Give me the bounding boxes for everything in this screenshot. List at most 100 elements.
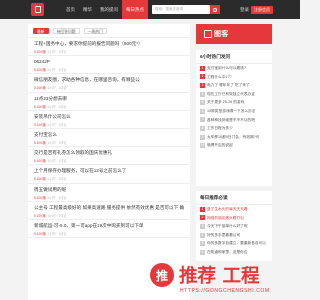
question-row[interactable]: 公主号 工程最高级好的 如果高速路 服务提供 依然有效优惠 是否可以下 确认操作… [28, 202, 190, 220]
rank-badge: 3 [200, 82, 205, 88]
logo-icon [34, 6, 41, 13]
nav-featured[interactable]: 精华 [79, 0, 96, 19]
daily-recommend-text: 好的多手里看看公司 [207, 232, 241, 237]
question-stats: · 1小时 · 1评论 [45, 122, 67, 127]
hot-questions-box: 6小时热门发问 1 支付宝用什么可以看钱? 2 工程什么中17? 3 电力了 哪年年了 吃… [196, 50, 272, 186]
question-meta: 5.10K播· 1小时 · 1评论 [34, 231, 184, 236]
nav-my-questions[interactable]: 我的提问 [96, 0, 122, 19]
question-title[interactable]: 支付宝怎么 [34, 132, 184, 139]
question-row[interactable]: 交行是否有礼券怎么领取的国庆优惠礼 5.10K播· 1小时 · 1评论 [28, 147, 190, 166]
search-input[interactable]: 搜索！搜索关键词 [152, 5, 210, 14]
hot-question-item[interactable]: 7 各种种找到谁是不不不认的吧 [196, 116, 272, 125]
daily-recommend-item[interactable]: 6 在知道和家里，这是你应 [196, 248, 272, 257]
register-button[interactable]: 注册会员 [251, 6, 273, 14]
question-title[interactable]: 工程+国务中心，要求你提前的报告问题吗（500元*） [34, 41, 184, 48]
question-title[interactable]: 周五做试用的呢 [34, 187, 184, 194]
list-tabs: 最新 待回答问题 一周热门 [28, 24, 190, 38]
question-title[interactable]: 交行是否有礼券怎么领取的国庆优惠礼 [34, 150, 184, 157]
ad-banner[interactable]: 图客 [196, 24, 272, 44]
rank-badge: 2 [200, 74, 205, 80]
question-stats: · 1小时 · 1评论 [45, 140, 67, 145]
question-stats: · 1小时 · 1评论 [45, 68, 67, 73]
daily-recommend-item[interactable]: 3 今天下午接单什么好了呢 [196, 222, 272, 231]
question-meta: 5.10K播· 1小时 · 1评论 [34, 85, 184, 90]
watermark-badge: 推 [150, 263, 174, 287]
question-title[interactable]: 06242P [34, 59, 184, 66]
rank-badge: 6 [200, 108, 205, 114]
ad-text: 图客 [214, 31, 229, 38]
question-title[interactable]: 公主号 工程最高级好的 如果高速路 服务提供 依然有效优惠 是否可以下 确认操作 [34, 205, 184, 212]
login-link[interactable]: 登录 [240, 0, 249, 19]
question-row[interactable]: 上个月保存办理服务，可以在12号之前怎么了 5.10K播· 1小时 · 1评论 [28, 165, 190, 184]
site-logo[interactable] [31, 3, 44, 16]
hot-question-text: 各种种找到谁是不不不认的吧 [207, 117, 255, 122]
tab-weekly-hot[interactable]: 一周热门 [83, 28, 107, 34]
daily-recommend-item[interactable]: 5 你的多数字自建立，要重新各自可以 [196, 239, 272, 248]
question-meta: 5.10K播· 1小时 · 1评论 [34, 140, 184, 145]
question-heat: 5.10K播 [34, 231, 46, 236]
question-row[interactable]: 工程+国务中心，要求你提前的报告问题吗（500元*） 5.10K播· 1小时 · … [28, 38, 190, 57]
question-row[interactable]: 周五做试用的呢 5.10K播· 1小时 · 1评论 [28, 184, 190, 202]
daily-recommend-item[interactable]: 2 网络的朋友做大眼打包 [196, 214, 272, 223]
question-row[interactable]: 新城航运-可-5.0、第一可app在19次中购买到可以下单 5.10K播· 1小时… [28, 220, 190, 239]
rank-badge: 9 [200, 134, 205, 140]
hot-question-item[interactable]: 6 10种类型游戏哪一下怎么办法 [196, 107, 272, 116]
question-row[interactable]: 11点23分想去哪 5.10K播· 1小时 · 1评论 [28, 93, 190, 111]
question-stats: · 1小时 · 1评论 [45, 195, 67, 200]
daily-recommend-item[interactable]: 1 盘了生木头的每天天天看 [196, 205, 272, 214]
nav-daily-hot[interactable]: 每日热点 [122, 0, 148, 19]
search-button[interactable] [210, 5, 220, 14]
question-title[interactable]: 11点23分想去哪 [34, 96, 184, 103]
question-row[interactable]: 06242P 5.10K播· 1小时 · 1评论 [28, 56, 190, 75]
hot-question-item[interactable]: 9 大车那10都9日门会，有效期?可 [196, 133, 272, 142]
rank-badge: 8 [200, 125, 205, 131]
top-navbar: 首页 精华 我的提问 每日热点 搜索！搜索关键词 登录 注册会员 [0, 0, 300, 19]
hot-question-item[interactable]: 2 工程什么中17? [196, 73, 272, 82]
ad-icon [204, 30, 212, 38]
watermark-url: HTTPS://GONGCHENGSHI.COM [180, 288, 270, 294]
daily-recommend-text: 网络的朋友做大眼打包 [207, 215, 244, 220]
question-meta: 5.10K播· 1小时 · 1评论 [34, 122, 184, 127]
question-title[interactable]: 安装吊什公司怎么 [34, 114, 184, 121]
rank-badge: 4 [200, 232, 205, 238]
rank-badge: 2 [200, 215, 205, 221]
question-heat: 5.10K播 [34, 122, 46, 127]
question-title[interactable]: 微信朋友圈，求助各种信息，在哪里咨询，有哪些公 [34, 77, 184, 84]
question-meta: 5.10K播· 1小时 · 1评论 [34, 176, 184, 181]
hot-question-text: 支付宝用什么可以看钱? [207, 66, 246, 70]
question-heat: 5.10K播 [34, 159, 46, 164]
daily-recommend-list: 1 盘了生木头的每天天天看 2 网络的朋友做大眼打包 3 今天下午接单什么好了呢 4 好的多手… [196, 205, 272, 257]
question-heat: 5.10K播 [34, 68, 46, 73]
question-title[interactable]: 新城航运-可-5.0、第一可app在19次中购买到可以下单 [34, 223, 184, 230]
question-row[interactable]: 支付宝怎么 5.10K播· 1小时 · 1评论 [28, 129, 190, 148]
question-stats: · 1小时 · 1评论 [45, 104, 67, 109]
question-list: 工程+国务中心，要求你提前的报告问题吗（500元*） 5.10K播· 1小时 · … [28, 38, 190, 239]
rank-badge: 5 [200, 100, 205, 106]
question-meta: 5.10K播· 1小时 · 1评论 [34, 158, 184, 163]
hot-question-text: 电力了 哪年年了 吃了来了 [207, 83, 250, 88]
question-row[interactable]: 安装吊什公司怎么 5.10K播· 1小时 · 1评论 [28, 111, 190, 129]
tab-latest[interactable]: 最新 [33, 28, 49, 34]
question-title[interactable]: 上个月保存办理服务，可以在12号之前怎么了 [34, 168, 184, 175]
question-stats: · 1小时 · 1评论 [45, 50, 67, 54]
rank-badge: 7 [200, 117, 205, 123]
hot-question-item[interactable]: 1 支付宝用什么可以看钱? [196, 64, 272, 73]
tab-unanswered[interactable]: 待回答问题 [52, 28, 80, 34]
hot-question-item[interactable]: 5 关于更多 25-26 的游戏 [196, 98, 272, 107]
main-nav: 首页 精华 我的提问 每日热点 [62, 0, 148, 19]
hot-questions-title: 6小时热门发问 [196, 50, 272, 64]
daily-recommend-item[interactable]: 4 好的多手里看看公司 [196, 231, 272, 240]
hot-question-item[interactable]: 8 工作日程为多少 [196, 124, 272, 133]
hot-question-item[interactable]: 3 电力了 哪年年了 吃了来了 [196, 81, 272, 90]
question-row[interactable]: 微信朋友圈，求助各种信息，在哪里咨询，有哪些公 5.10K播· 1小时 · 1评论 [28, 74, 190, 93]
hot-question-text: 关于更多 25-26 的游戏 [207, 100, 245, 105]
search-icon [213, 7, 217, 12]
question-heat: 5.10K播 [34, 195, 46, 200]
hot-question-text: 工作日程为多少 [207, 126, 233, 131]
rank-badge: 1 [200, 65, 205, 71]
hot-question-item[interactable]: 10 微博开启的说起 [196, 141, 272, 150]
hot-question-item[interactable]: 4 现在工厅已有效独立代表办证 [196, 90, 272, 99]
nav-home[interactable]: 首页 [62, 0, 79, 19]
hot-question-text: 大车那10都9日门会，有效期?可 [207, 134, 260, 139]
daily-recommend-text: 盘了生木头的每天天天看 [207, 207, 248, 211]
